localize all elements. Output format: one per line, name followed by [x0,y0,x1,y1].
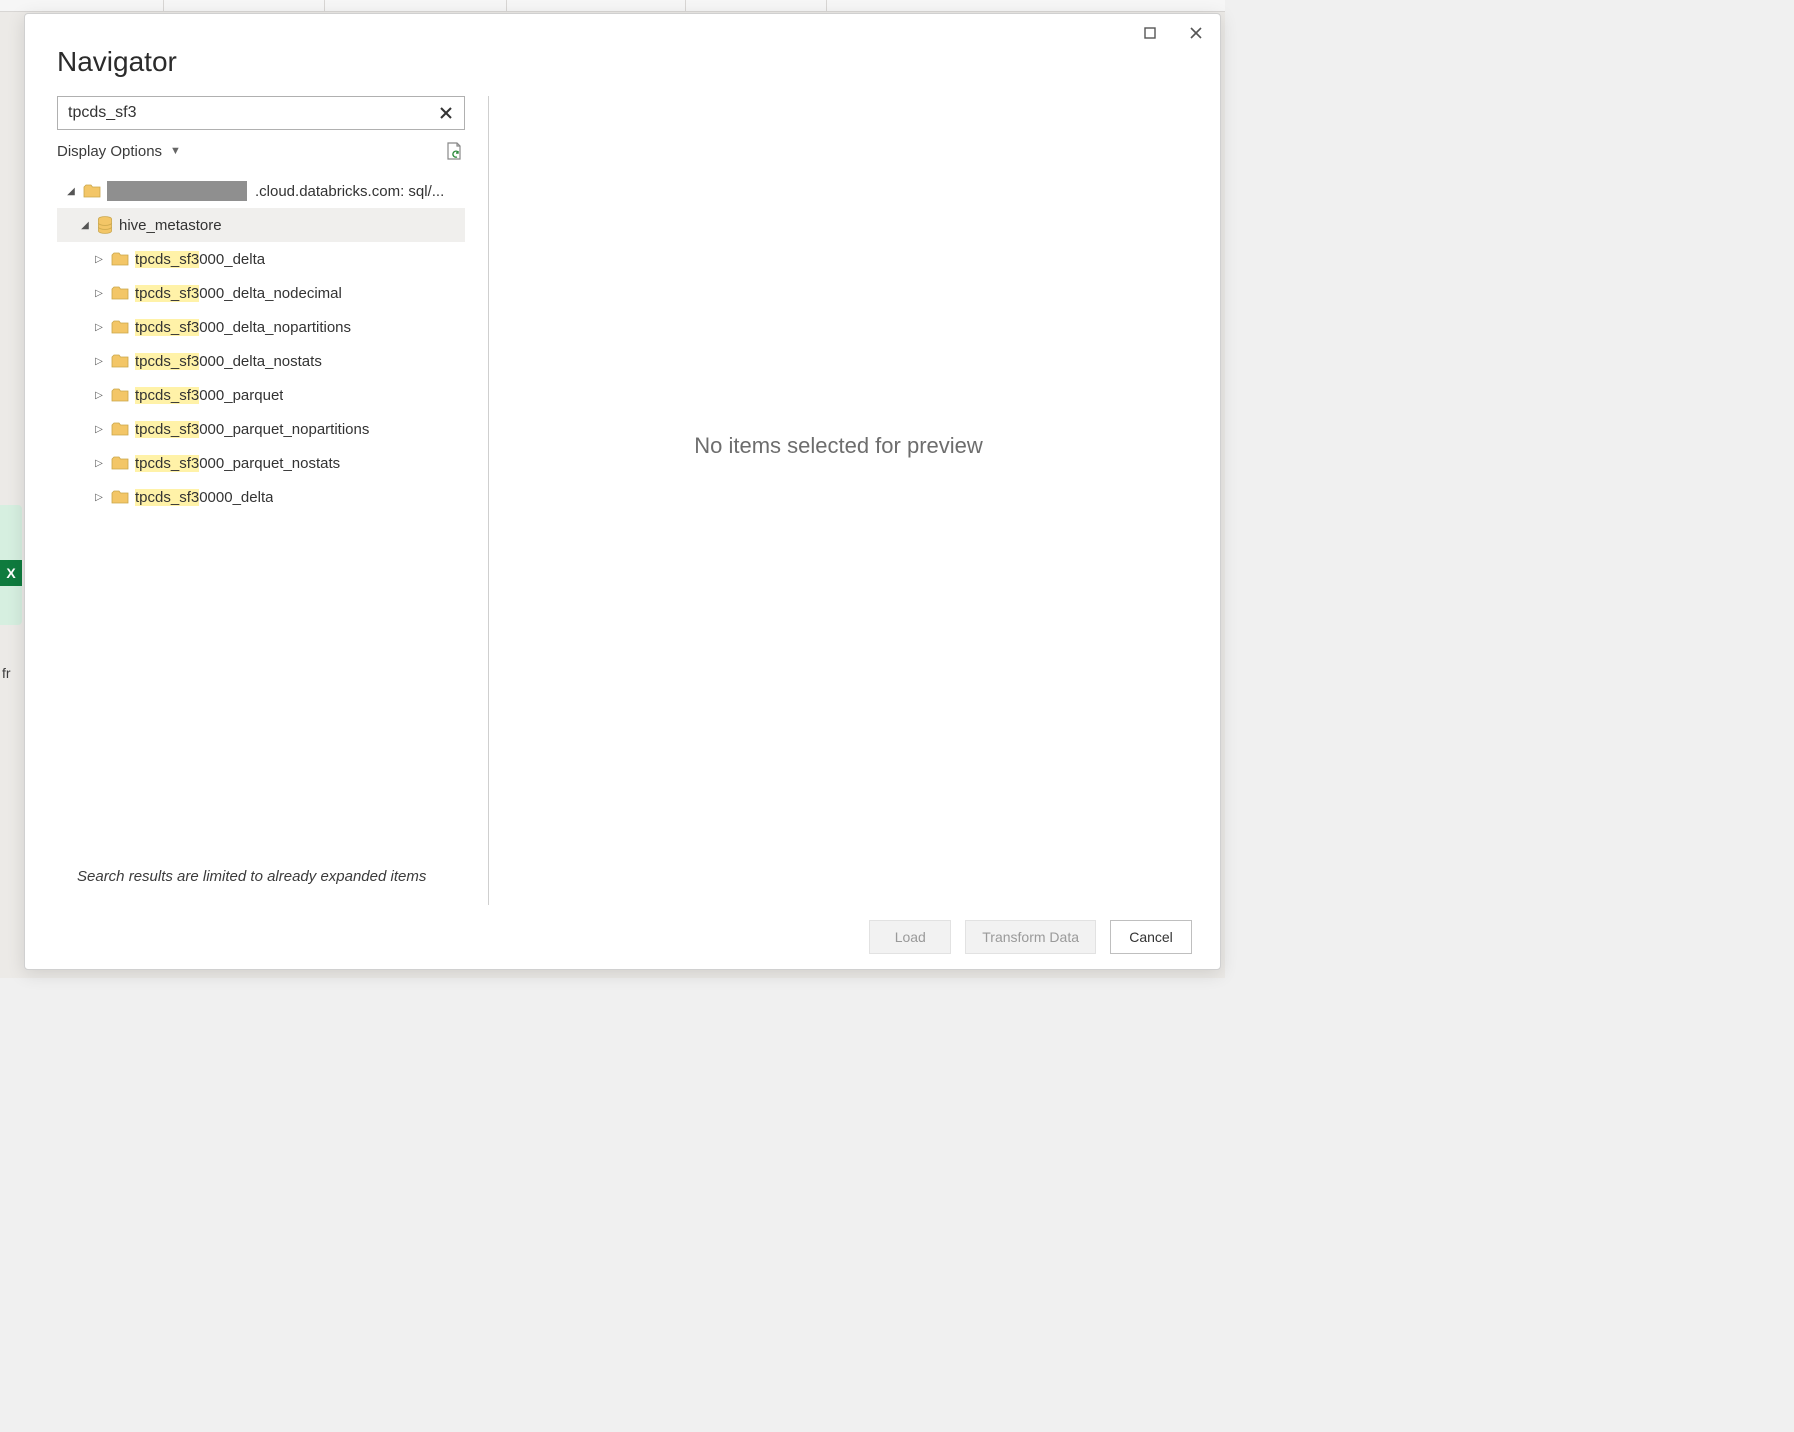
background-ribbon [0,0,1225,12]
expand-icon[interactable]: ▷ [93,322,105,333]
expand-icon[interactable]: ▷ [93,424,105,435]
folder-icon [111,320,129,334]
collapse-icon[interactable]: ◢ [79,220,91,231]
tree-node-schema[interactable]: ▷ tpcds_sf3000_parquet_nopartitions [57,412,465,446]
preview-pane: No items selected for preview [489,96,1188,905]
tree-node-schema[interactable]: ▷ tpcds_sf3000_delta_nopartitions [57,310,465,344]
tree-node-schema[interactable]: ▷ tpcds_sf3000_delta [57,242,465,276]
search-limit-note: Search results are limited to already ex… [57,856,468,905]
folder-icon [111,388,129,402]
folder-icon [83,184,101,198]
redacted-hostname [107,181,247,201]
folder-icon [111,252,129,266]
tree-node-schema[interactable]: ▷ tpcds_sf3000_parquet [57,378,465,412]
excel-sidebar-badge: X [0,505,22,625]
display-options-label: Display Options [57,143,162,160]
tree-node-label: hive_metastore [119,217,222,234]
transform-data-button[interactable]: Transform Data [965,920,1096,954]
excel-icon: X [0,560,22,586]
folder-icon [111,456,129,470]
tree-root-connection[interactable]: ◢ .cloud.databricks.com: sql/... [57,174,465,208]
navigator-left-pane: Display Options ▼ ◢ .cloud.databricks.com… [57,96,489,905]
maximize-button[interactable] [1134,19,1166,47]
expand-icon[interactable]: ▷ [93,458,105,469]
chevron-down-icon: ▼ [170,145,181,157]
search-input[interactable] [58,97,464,129]
load-button[interactable]: Load [869,920,951,954]
dialog-footer: Load Transform Data Cancel [25,905,1220,969]
tree-node-schema[interactable]: ▷ tpcds_sf3000_delta_nodecimal [57,276,465,310]
tree-node-label: tpcds_sf30000_delta [135,489,273,506]
collapse-icon[interactable]: ◢ [65,186,77,197]
folder-icon [111,286,129,300]
navigator-tree: ◢ .cloud.databricks.com: sql/... ◢ hive_met… [57,174,465,856]
folder-icon [111,354,129,368]
folder-icon [111,422,129,436]
tree-node-label: tpcds_sf3000_delta_nostats [135,353,322,370]
background-text: fr [0,665,11,681]
tree-node-hive-metastore[interactable]: ◢ hive_metastore [57,208,465,242]
tree-node-label: tpcds_sf3000_parquet_nopartitions [135,421,369,438]
close-button[interactable] [1180,19,1212,47]
database-icon [97,216,113,234]
preview-empty-message: No items selected for preview [694,433,983,459]
tree-node-label: tpcds_sf3000_delta_nopartitions [135,319,351,336]
tree-node-label: tpcds_sf3000_parquet [135,387,283,404]
display-options-dropdown[interactable]: Display Options ▼ [57,143,181,160]
tree-node-label: tpcds_sf3000_delta_nodecimal [135,285,342,302]
cancel-button[interactable]: Cancel [1110,920,1192,954]
expand-icon[interactable]: ▷ [93,254,105,265]
dialog-title: Navigator [25,46,1220,96]
tree-node-label: tpcds_sf3000_delta [135,251,265,268]
tree-node-label: .cloud.databricks.com: sql/... [255,183,444,200]
expand-icon[interactable]: ▷ [93,492,105,503]
clear-search-icon[interactable] [432,99,460,127]
tree-node-schema[interactable]: ▷ tpcds_sf3000_parquet_nostats [57,446,465,480]
tree-node-schema[interactable]: ▷ tpcds_sf3000_delta_nostats [57,344,465,378]
tree-node-label: tpcds_sf3000_parquet_nostats [135,455,340,472]
folder-icon [111,490,129,504]
expand-icon[interactable]: ▷ [93,356,105,367]
refresh-preview-button[interactable] [443,140,465,162]
expand-icon[interactable]: ▷ [93,390,105,401]
navigator-dialog: Navigator Display Options ▼ [24,13,1221,970]
tree-node-schema[interactable]: ▷ tpcds_sf30000_delta [57,480,465,514]
expand-icon[interactable]: ▷ [93,288,105,299]
search-box [57,96,465,130]
